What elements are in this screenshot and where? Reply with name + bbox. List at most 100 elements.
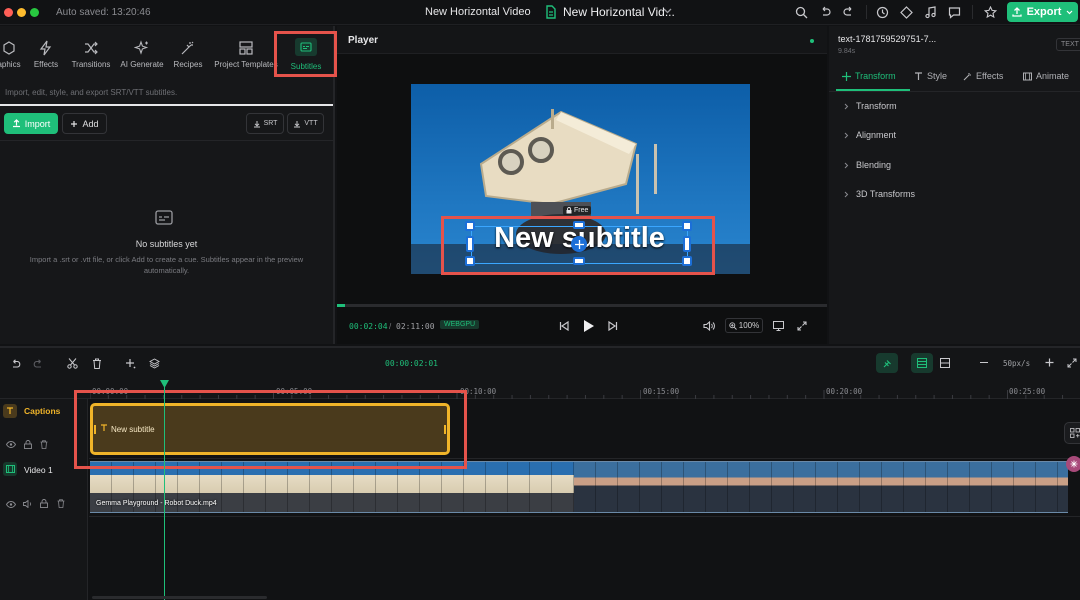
video-thumbnail: [486, 462, 508, 512]
move-icon: [842, 71, 851, 81]
eye-icon[interactable]: [6, 441, 16, 448]
subtitles-icon: [155, 210, 173, 225]
zoom-out-icon[interactable]: [980, 362, 988, 364]
timeline-timecode: 00:00:02:01: [385, 359, 438, 368]
trash-icon[interactable]: [40, 440, 48, 449]
redo-icon[interactable]: [843, 6, 857, 20]
player-title: Player: [348, 35, 379, 46]
search-icon[interactable]: [795, 6, 809, 20]
star-icon[interactable]: [984, 6, 998, 20]
lock-icon[interactable]: [24, 440, 32, 449]
video-thumbnail: [772, 462, 794, 512]
eye-icon[interactable]: [6, 501, 16, 508]
timeline-scrollbar[interactable]: [92, 596, 267, 599]
total-time: 02:11:00: [396, 322, 435, 331]
expand-icon[interactable]: [1067, 358, 1077, 368]
section-blending[interactable]: Blending: [844, 160, 891, 170]
video-thumbnail: [530, 462, 552, 512]
tool-project-templates[interactable]: Project Templates: [214, 40, 278, 69]
volume-icon[interactable]: [23, 500, 33, 508]
export-srt-button[interactable]: SRT: [246, 113, 284, 134]
sparkle-icon: [134, 40, 150, 56]
maximize-window-button[interactable]: [30, 8, 39, 17]
trash-icon[interactable]: [57, 499, 65, 508]
scrub-bar[interactable]: [337, 304, 827, 307]
status-dot: [810, 39, 814, 43]
wand-icon: [963, 72, 972, 81]
video-thumbnail: [1058, 462, 1068, 512]
playhead-handle-icon[interactable]: [160, 380, 169, 388]
monitor-icon[interactable]: [773, 321, 784, 331]
scissors-icon[interactable]: [67, 358, 78, 369]
empty-state-title: No subtitles yet: [135, 239, 198, 249]
section-transform[interactable]: Transform: [844, 101, 897, 111]
lock-icon[interactable]: [40, 499, 48, 508]
tab-effects[interactable]: Effects: [963, 71, 1003, 81]
playhead[interactable]: [164, 380, 165, 600]
export-vtt-button[interactable]: VTT: [287, 113, 324, 134]
comment-icon[interactable]: [948, 6, 962, 20]
play-icon[interactable]: [583, 319, 595, 333]
video-thumbnail: [376, 462, 398, 512]
document-title[interactable]: New Horizontal Vid...: [563, 5, 675, 19]
lock-badge[interactable]: Free: [563, 206, 592, 215]
video-thumbnail: [398, 462, 420, 512]
video-thumbnail: [662, 462, 684, 512]
magnet-snap-toggle[interactable]: [876, 353, 898, 373]
tool-graphics[interactable]: aphics: [0, 40, 24, 69]
video-thumbnail: [882, 462, 904, 512]
tool-recipes[interactable]: Recipes: [170, 40, 206, 69]
video-thumbnail: [618, 462, 640, 512]
section-3d-transforms[interactable]: 3D Transforms: [844, 189, 915, 199]
highlight-box: [274, 31, 337, 77]
fullscreen-icon[interactable]: [797, 321, 807, 331]
tool-ai-generate[interactable]: AI Generate: [118, 40, 166, 69]
zoom-in-icon[interactable]: [1045, 358, 1054, 367]
track-view-toggle[interactable]: [911, 353, 933, 373]
skip-forward-icon[interactable]: [608, 321, 618, 331]
video-thumbnail: [706, 462, 728, 512]
skip-back-icon[interactable]: [559, 321, 569, 331]
export-button[interactable]: Export: [1007, 2, 1078, 22]
tab-style[interactable]: Style: [914, 71, 947, 81]
split-view-icon[interactable]: [940, 358, 950, 368]
track-name-captions: Captions: [24, 406, 61, 416]
section-alignment[interactable]: Alignment: [844, 130, 896, 140]
undo-icon[interactable]: [819, 6, 833, 20]
video-thumbnail: [442, 462, 464, 512]
chevron-right-icon: [844, 191, 849, 198]
video-clip-label: Gemma Playground - Robot Duck.mp4: [96, 500, 217, 507]
volume-icon[interactable]: [703, 321, 715, 331]
music-icon[interactable]: [924, 6, 938, 20]
assistant-icon[interactable]: [1066, 456, 1080, 472]
video-thumbnail: [310, 462, 332, 512]
chevron-down-icon[interactable]: [663, 8, 672, 14]
tool-transitions[interactable]: Transitions: [68, 40, 114, 69]
redo-icon[interactable]: [33, 359, 44, 369]
zoom-icon: [729, 321, 737, 330]
wand-icon: [180, 40, 196, 56]
zoom-control[interactable]: 100%: [725, 318, 763, 333]
text-track-icon: [3, 404, 17, 418]
video-thumbnail: [926, 462, 948, 512]
add-button[interactable]: Add: [62, 113, 107, 134]
upload-icon: [1011, 7, 1022, 17]
tab-animate[interactable]: Animate: [1023, 71, 1069, 81]
diamond-icon[interactable]: [900, 6, 914, 20]
add-track-icon[interactable]: [125, 358, 136, 369]
template-icon: [238, 40, 254, 56]
add-media-button[interactable]: [1064, 422, 1080, 444]
grid-icon: [1070, 428, 1080, 438]
tab-transform[interactable]: Transform: [842, 71, 896, 81]
project-title: New Horizontal Video: [425, 6, 531, 18]
undo-icon[interactable]: [10, 359, 21, 369]
trash-icon[interactable]: [92, 358, 102, 369]
history-icon[interactable]: [876, 6, 890, 20]
minimize-window-button[interactable]: [17, 8, 26, 17]
video-thumbnail: [1036, 462, 1058, 512]
close-window-button[interactable]: [4, 8, 13, 17]
tool-effects[interactable]: Effects: [30, 40, 62, 69]
track-name-video: Video 1: [24, 465, 53, 475]
layers-icon[interactable]: [149, 358, 160, 369]
import-button[interactable]: Import: [4, 113, 58, 134]
